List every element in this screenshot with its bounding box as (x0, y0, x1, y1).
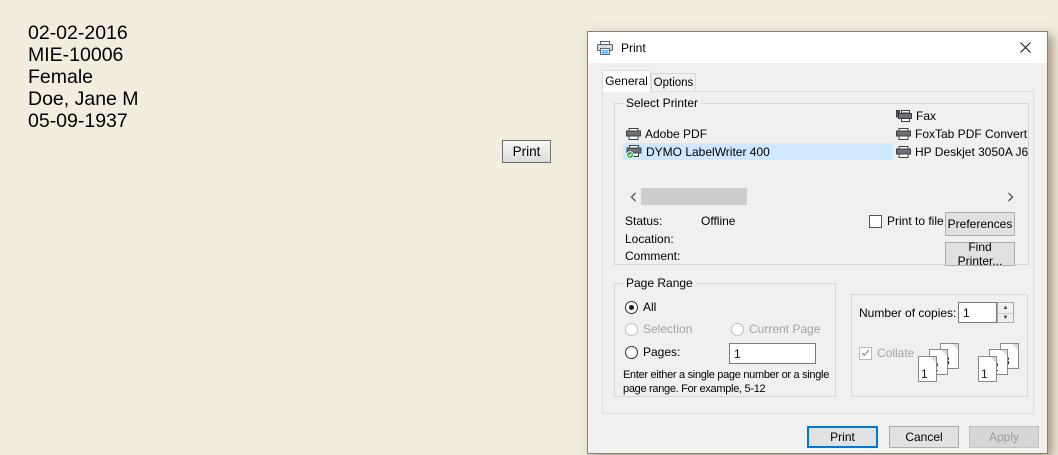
print-dialog: Print General Options Select Printer Ado… (587, 31, 1048, 454)
check-icon (861, 349, 870, 357)
info-line-dob: 05-09-1937 (28, 110, 139, 132)
stepper-down-icon[interactable]: ▼ (998, 313, 1013, 322)
printer-list-scrollbar[interactable] (625, 188, 1019, 205)
scroll-right-icon[interactable] (1002, 188, 1019, 205)
range-all-label: All (643, 300, 656, 314)
range-selection-radio[interactable] (625, 323, 638, 336)
tab-options[interactable]: Options (651, 73, 696, 92)
printer-item-dymo-labelwriter[interactable]: DYMO LabelWriter 400 (623, 143, 893, 160)
range-selection-option[interactable]: Selection (625, 322, 692, 336)
help-line-2: page range. For example, 5-12 (623, 382, 829, 396)
dialog-cancel-button[interactable]: Cancel (889, 426, 959, 448)
printer-icon (626, 128, 641, 140)
fax-icon (896, 110, 912, 122)
page-range-help: Enter either a single page number or a s… (623, 368, 829, 396)
number-of-copies-label: Number of copies: (859, 306, 956, 320)
info-line-sex: Female (28, 66, 139, 88)
copies-input[interactable] (958, 302, 997, 323)
collate-page-icon: 1 (918, 356, 937, 382)
status-label: Status: (625, 214, 662, 228)
printer-name: DYMO LabelWriter 400 (646, 145, 770, 159)
info-line-name: Doe, Jane M (28, 88, 139, 110)
range-current-page-option[interactable]: Current Page (731, 322, 820, 336)
collate-checkbox[interactable] (859, 347, 872, 360)
status-value: Offline (701, 214, 735, 228)
default-printer-icon (626, 145, 642, 159)
printer-name: Adobe PDF (645, 127, 707, 141)
range-selection-label: Selection (643, 322, 692, 336)
collate-pages-graphic: 1 2 3 (918, 343, 963, 385)
printer-icon (597, 41, 613, 55)
scrollbar-thumb[interactable] (641, 188, 747, 205)
info-line-id: MIE-10006 (28, 44, 139, 66)
patient-info-block: 02-02-2016 MIE-10006 Female Doe, Jane M … (28, 22, 139, 132)
printer-name: FoxTab PDF Convert (915, 127, 1027, 141)
screen: { "page": { "info_lines": ["02-02-2016",… (0, 0, 1058, 455)
dialog-title: Print (621, 41, 646, 55)
select-printer-group: Select Printer Adobe PDF DYMO (614, 103, 1029, 265)
printer-name: Fax (916, 109, 936, 123)
stepper-up-icon[interactable]: ▲ (998, 303, 1013, 312)
dialog-apply-button[interactable]: Apply (969, 426, 1039, 448)
find-printer-button[interactable]: Find Printer... (945, 242, 1015, 266)
range-all-radio[interactable] (625, 301, 638, 314)
dialog-titlebar[interactable]: Print (588, 32, 1047, 63)
scroll-left-icon[interactable] (625, 188, 642, 205)
collate-page-icon: 1 (978, 356, 997, 382)
printer-item-fax[interactable]: Fax (893, 107, 939, 124)
page-range-group: Page Range All Selection Current Page Pa… (614, 283, 836, 397)
printer-item-foxtab-pdf[interactable]: FoxTab PDF Convert (893, 125, 1030, 142)
info-line-date: 02-02-2016 (28, 22, 139, 44)
print-to-file-label: Print to file (887, 214, 944, 228)
copies-group: Number of copies: ▲ ▼ Collate 1 2 3 1 2 … (851, 294, 1028, 397)
location-label: Location: (625, 232, 674, 246)
range-all-option[interactable]: All (625, 300, 656, 314)
printer-item-hp-deskjet[interactable]: HP Deskjet 3050A J6 (893, 143, 1031, 160)
range-current-page-radio[interactable] (731, 323, 744, 336)
tab-general[interactable]: General (602, 70, 651, 92)
close-icon (1020, 42, 1031, 53)
print-to-file-checkbox[interactable] (869, 215, 882, 228)
printer-icon (896, 128, 911, 140)
print-to-file-option[interactable]: Print to file (869, 214, 944, 228)
range-pages-label: Pages: (643, 345, 680, 359)
dialog-print-button[interactable]: Print (807, 426, 878, 448)
page-range-label: Page Range (623, 276, 696, 290)
page-print-button[interactable]: Print (502, 140, 551, 163)
help-line-1: Enter either a single page number or a s… (623, 368, 829, 382)
printer-name: HP Deskjet 3050A J6 (915, 145, 1028, 159)
select-printer-label: Select Printer (623, 96, 701, 110)
collate-label: Collate (877, 346, 914, 360)
pages-input[interactable] (729, 343, 816, 364)
range-pages-radio[interactable] (625, 346, 638, 359)
collate-option[interactable]: Collate (859, 346, 914, 360)
printer-icon (896, 146, 911, 158)
collate-pages-graphic: 1 2 3 (978, 343, 1023, 385)
general-tab-page: Select Printer Adobe PDF DYMO (602, 91, 1034, 414)
preferences-button[interactable]: Preferences (945, 212, 1015, 236)
range-current-page-label: Current Page (749, 322, 820, 336)
printer-item-adobe-pdf[interactable]: Adobe PDF (623, 125, 710, 142)
copies-stepper[interactable]: ▲ ▼ (997, 302, 1014, 323)
range-pages-option[interactable]: Pages: (625, 345, 680, 359)
comment-label: Comment: (625, 249, 680, 263)
close-button[interactable] (1008, 32, 1042, 63)
